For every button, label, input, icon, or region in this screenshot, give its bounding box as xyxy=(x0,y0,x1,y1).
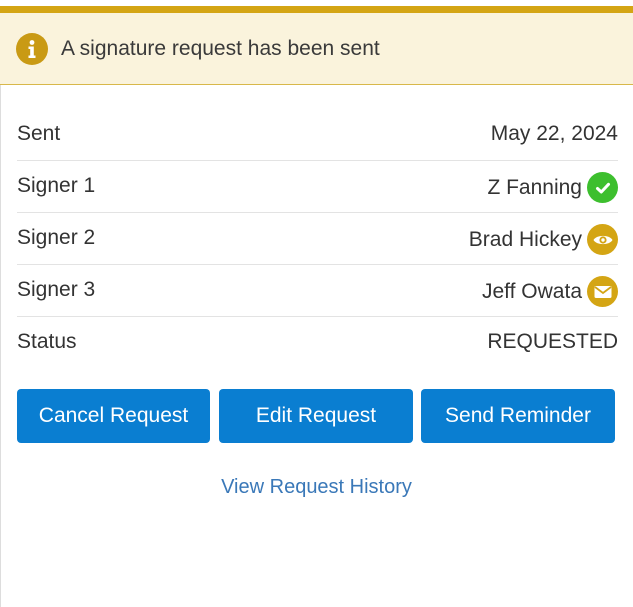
detail-row-sent: Sent May 22, 2024 xyxy=(17,109,618,161)
banner-message: A signature request has been sent xyxy=(61,37,380,60)
signer-3-value: Jeff Owata xyxy=(482,276,618,307)
sent-label: Sent xyxy=(17,122,61,145)
check-circle-icon xyxy=(587,172,618,203)
sent-date: May 22, 2024 xyxy=(490,122,618,145)
edit-request-button[interactable]: Edit Request xyxy=(219,389,413,443)
status-label: Status xyxy=(17,330,77,353)
detail-row-status: Status REQUESTED xyxy=(17,317,618,368)
detail-row-signer-2: Signer 2 Brad Hickey xyxy=(17,213,618,265)
notification-banner: A signature request has been sent xyxy=(0,13,633,85)
signer-3-name: Jeff Owata xyxy=(482,279,582,303)
signer-1-label: Signer 1 xyxy=(17,174,96,197)
signer-2-name: Brad Hickey xyxy=(468,227,582,251)
banner-accent-bar xyxy=(0,6,633,13)
signer-3-label: Signer 3 xyxy=(17,278,96,301)
cancel-request-button[interactable]: Cancel Request xyxy=(17,389,210,443)
status-value: REQUESTED xyxy=(487,330,618,353)
signer-2-value: Brad Hickey xyxy=(469,224,618,255)
request-details: Sent May 22, 2024 Signer 1 Z Fanning Sig… xyxy=(17,109,618,368)
info-icon xyxy=(16,33,48,65)
signer-2-label: Signer 2 xyxy=(17,226,96,249)
view-request-history-link[interactable]: View Request History xyxy=(0,476,633,499)
send-reminder-button[interactable]: Send Reminder xyxy=(421,389,615,443)
signer-1-name: Z Fanning xyxy=(487,175,582,199)
detail-row-signer-3: Signer 3 Jeff Owata xyxy=(17,265,618,317)
eye-icon xyxy=(587,224,618,255)
detail-row-signer-1: Signer 1 Z Fanning xyxy=(17,161,618,213)
signer-1-value: Z Fanning xyxy=(487,172,618,203)
envelope-icon xyxy=(587,276,618,307)
panel-border xyxy=(0,85,1,607)
